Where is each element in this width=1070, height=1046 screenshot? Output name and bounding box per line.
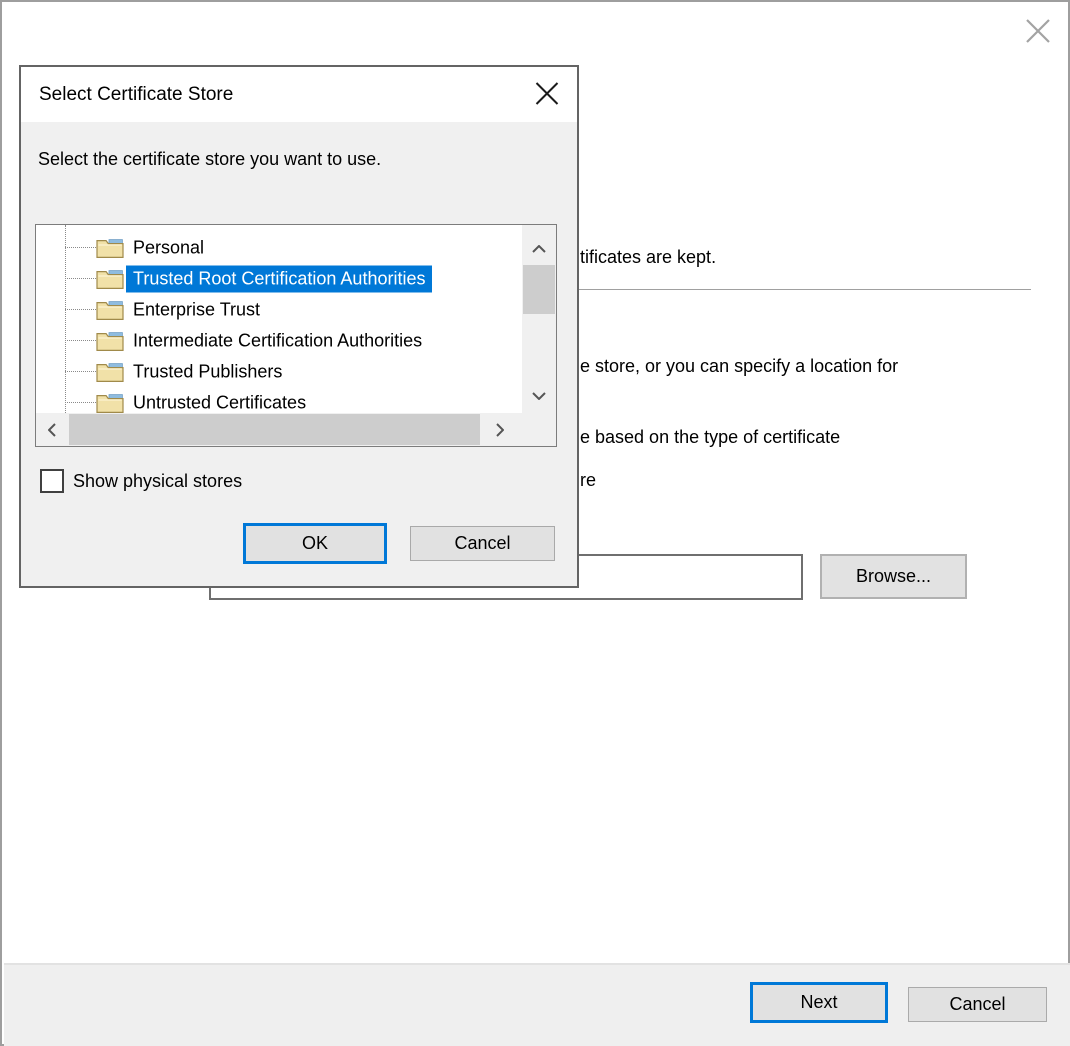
show-physical-stores-checkbox[interactable] bbox=[40, 469, 64, 493]
vertical-scrollbar-thumb[interactable] bbox=[523, 265, 555, 314]
window-close-button[interactable] bbox=[1020, 14, 1056, 50]
folder-icon bbox=[96, 329, 124, 352]
wizard-cancel-button[interactable]: Cancel bbox=[908, 987, 1047, 1022]
tree-item-label: Enterprise Trust bbox=[126, 296, 267, 323]
dialog-cancel-button[interactable]: Cancel bbox=[410, 526, 555, 561]
wizard-text-fragment: tificates are kept. bbox=[580, 247, 716, 267]
tree-connector-line bbox=[65, 371, 98, 372]
tree-connector-line bbox=[65, 340, 98, 341]
tree-item-label: Intermediate Certification Authorities bbox=[126, 327, 429, 354]
dialog-title: Select Certificate Store bbox=[39, 67, 233, 122]
show-physical-stores-label[interactable]: Show physical stores bbox=[73, 471, 242, 492]
tree-viewport: Personal Trusted Root Certification Auth… bbox=[36, 225, 522, 413]
folder-icon bbox=[96, 236, 124, 259]
horizontal-scrollbar-thumb[interactable] bbox=[69, 414, 480, 445]
close-icon bbox=[1024, 17, 1052, 48]
close-icon bbox=[535, 81, 559, 109]
folder-icon bbox=[96, 360, 124, 383]
separator-line bbox=[578, 289, 1031, 290]
tree-item-label: Untrusted Certificates bbox=[126, 389, 313, 413]
dialog-titlebar: Select Certificate Store bbox=[21, 67, 577, 122]
dialog-close-button[interactable] bbox=[531, 79, 563, 111]
wizard-text-fragment: e based on the type of certificate bbox=[580, 427, 840, 447]
scroll-up-button[interactable] bbox=[532, 240, 546, 258]
folder-icon bbox=[96, 267, 124, 290]
tree-item-label: Trusted Root Certification Authorities bbox=[126, 265, 432, 292]
select-certificate-store-dialog: Select Certificate Store Select the cert… bbox=[19, 65, 579, 588]
scroll-down-button[interactable] bbox=[532, 387, 546, 405]
wizard-text-fragment: e store, or you can specify a location f… bbox=[580, 356, 898, 376]
tree-item[interactable]: Intermediate Certification Authorities bbox=[36, 325, 522, 356]
tree-item[interactable]: Trusted Root Certification Authorities bbox=[36, 263, 522, 294]
tree-item[interactable]: Personal bbox=[36, 232, 522, 263]
wizard-window: tificates are kept. e store, or you can … bbox=[0, 0, 1070, 1046]
vertical-scrollbar[interactable] bbox=[522, 225, 556, 446]
tree-connector-line bbox=[65, 402, 98, 403]
next-button[interactable]: Next bbox=[750, 982, 888, 1023]
certificate-store-tree: Personal Trusted Root Certification Auth… bbox=[35, 224, 557, 447]
dialog-instruction: Select the certificate store you want to… bbox=[38, 149, 381, 170]
tree-item[interactable]: Trusted Publishers bbox=[36, 356, 522, 387]
tree-connector-line bbox=[65, 309, 98, 310]
tree-item[interactable]: Enterprise Trust bbox=[36, 294, 522, 325]
tree-item-label: Trusted Publishers bbox=[126, 358, 289, 385]
tree-connector-line bbox=[65, 278, 98, 279]
tree-item[interactable]: Untrusted Certificates bbox=[36, 387, 522, 413]
tree-connector-line bbox=[65, 247, 98, 248]
ok-button[interactable]: OK bbox=[243, 523, 387, 564]
browse-button[interactable]: Browse... bbox=[820, 554, 967, 599]
scroll-left-button[interactable] bbox=[48, 423, 56, 442]
wizard-text-fragment: re bbox=[580, 470, 596, 490]
folder-icon bbox=[96, 391, 124, 413]
horizontal-scrollbar[interactable] bbox=[36, 413, 522, 446]
scroll-right-button[interactable] bbox=[496, 423, 504, 442]
folder-icon bbox=[96, 298, 124, 321]
tree-item-label: Personal bbox=[126, 234, 211, 261]
